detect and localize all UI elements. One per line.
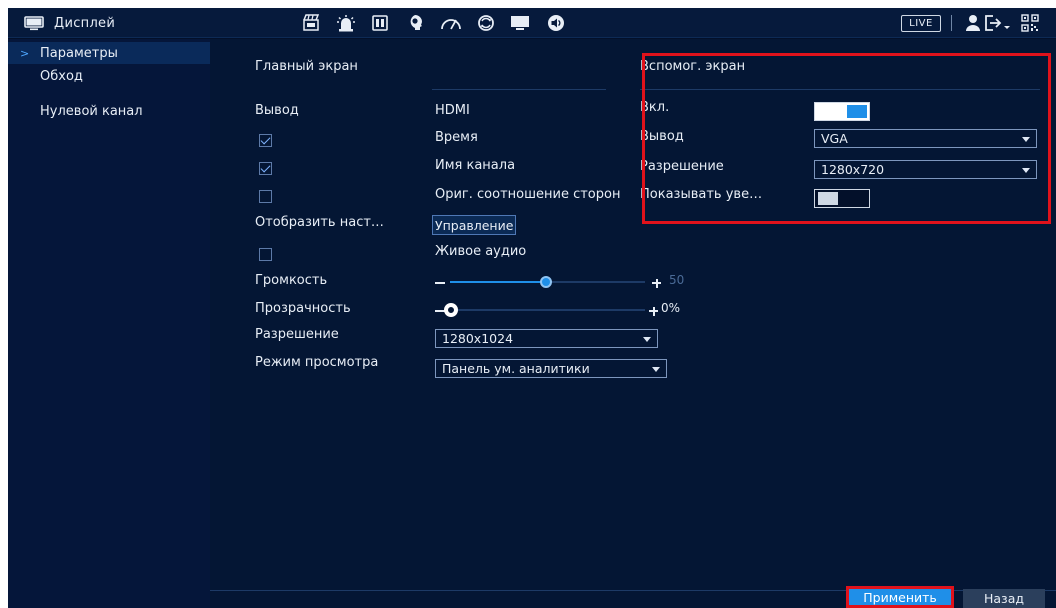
aux-show-toggle[interactable] bbox=[814, 189, 870, 208]
clapperboard-icon[interactable] bbox=[299, 12, 323, 34]
chevron-down-icon bbox=[643, 337, 651, 342]
view-mode-select-value: Панель ум. аналитики bbox=[442, 361, 590, 376]
sidebar-item-label: Нулевой канал bbox=[40, 103, 143, 119]
view-mode-select[interactable]: Панель ум. аналитики bbox=[435, 359, 667, 378]
aux-enable-label: Вкл. bbox=[640, 100, 670, 115]
live-audio-label: Живое аудио bbox=[435, 244, 527, 259]
display-icon[interactable] bbox=[508, 12, 532, 34]
aux-screen-divider bbox=[640, 89, 1040, 90]
aux-show-label: Показывать уве… bbox=[640, 187, 763, 202]
main-panel: Главный экран Вывод HDMI Время Имя канал… bbox=[210, 39, 1056, 608]
resolution-select[interactable]: 1280x1024 bbox=[435, 329, 658, 348]
toolbar-divider bbox=[951, 15, 952, 31]
user-icon[interactable] bbox=[961, 12, 985, 34]
chevron-down-icon bbox=[1022, 168, 1030, 173]
volume-label: Громкость bbox=[255, 273, 328, 288]
time-label: Время bbox=[435, 130, 478, 145]
chevron-down-icon bbox=[652, 367, 660, 372]
chevron-right-icon: > bbox=[20, 46, 30, 60]
volume-minus-icon[interactable] bbox=[435, 282, 445, 284]
resolution-label: Разрешение bbox=[255, 327, 339, 342]
aux-resolution-select-value: 1280x720 bbox=[821, 162, 885, 177]
aspect-ratio-checkbox[interactable] bbox=[259, 190, 272, 203]
logout-icon[interactable] bbox=[983, 12, 1013, 34]
window-title: Дисплей bbox=[54, 15, 116, 31]
volume-slider-fill bbox=[450, 281, 548, 283]
main-screen-divider bbox=[432, 89, 606, 90]
live-view-button[interactable]: LIVE bbox=[901, 15, 941, 32]
toggle-knob bbox=[847, 105, 867, 118]
aux-output-select-value: VGA bbox=[821, 131, 848, 146]
resolution-select-value: 1280x1024 bbox=[442, 331, 514, 346]
toggle-knob bbox=[818, 192, 838, 205]
face-icon[interactable] bbox=[403, 12, 427, 34]
sidebar-item-zero-channel[interactable]: Нулевой канал bbox=[8, 100, 210, 122]
storage-icon[interactable] bbox=[368, 12, 392, 34]
alarm-light-icon[interactable] bbox=[334, 12, 358, 34]
volume-slider-knob[interactable] bbox=[539, 276, 552, 288]
dvr-frame: Дисплей LIVE > Параметры Обход Нулевой к… bbox=[8, 8, 1056, 608]
aux-output-label: Вывод bbox=[640, 129, 684, 144]
sidebar: > Параметры Обход Нулевой канал bbox=[8, 39, 210, 608]
sidebar-item-label: Обход bbox=[40, 68, 83, 84]
sidebar-item-parameters[interactable]: > Параметры bbox=[8, 42, 210, 64]
sidebar-item-label: Параметры bbox=[40, 45, 118, 61]
view-mode-label: Режим просмотра bbox=[255, 355, 379, 370]
speaker-icon[interactable] bbox=[544, 12, 568, 34]
chevron-down-icon bbox=[1022, 137, 1030, 142]
channel-name-label: Имя канала bbox=[435, 158, 516, 173]
volume-plus-icon-vertical bbox=[655, 278, 658, 288]
manage-button[interactable]: Управление bbox=[432, 215, 517, 235]
volume-value: 50 bbox=[669, 273, 685, 287]
aux-resolution-label: Разрешение bbox=[640, 159, 724, 174]
sidebar-item-tour[interactable]: Обход bbox=[8, 65, 210, 87]
monitor-icon bbox=[24, 15, 44, 31]
window-title-group: Дисплей bbox=[24, 8, 115, 38]
main-screen-title: Главный экран bbox=[255, 59, 358, 74]
aux-enable-toggle[interactable] bbox=[814, 102, 870, 121]
back-button[interactable]: Назад bbox=[963, 589, 1045, 608]
apply-button[interactable]: Применить bbox=[846, 586, 954, 608]
aux-screen-title: Вспомог. экран bbox=[640, 59, 748, 74]
time-checkbox[interactable] bbox=[259, 134, 272, 147]
output-value: HDMI bbox=[435, 103, 470, 118]
aux-output-select[interactable]: VGA bbox=[814, 129, 1037, 148]
transparency-value: 0% bbox=[661, 301, 681, 315]
qr-code-icon[interactable] bbox=[1018, 12, 1042, 34]
display-settings-label: Отобразить наст… bbox=[255, 215, 384, 230]
sync-icon[interactable] bbox=[474, 12, 498, 34]
aux-resolution-select[interactable]: 1280x720 bbox=[814, 160, 1037, 179]
aspect-ratio-label: Ориг. соотношение сторон bbox=[435, 187, 621, 202]
transparency-label: Прозрачность bbox=[255, 301, 351, 316]
channel-name-checkbox[interactable] bbox=[259, 162, 272, 175]
app-window: Дисплей LIVE > Параметры Обход Нулевой к… bbox=[0, 0, 1056, 608]
top-bar: Дисплей LIVE bbox=[8, 8, 1056, 38]
output-label: Вывод bbox=[255, 103, 299, 118]
transparency-plus-icon-vertical bbox=[652, 306, 655, 316]
transparency-slider-track[interactable] bbox=[450, 309, 645, 311]
gauge-icon[interactable] bbox=[439, 12, 463, 34]
transparency-slider-knob[interactable] bbox=[444, 303, 458, 317]
live-audio-checkbox[interactable] bbox=[259, 248, 272, 261]
